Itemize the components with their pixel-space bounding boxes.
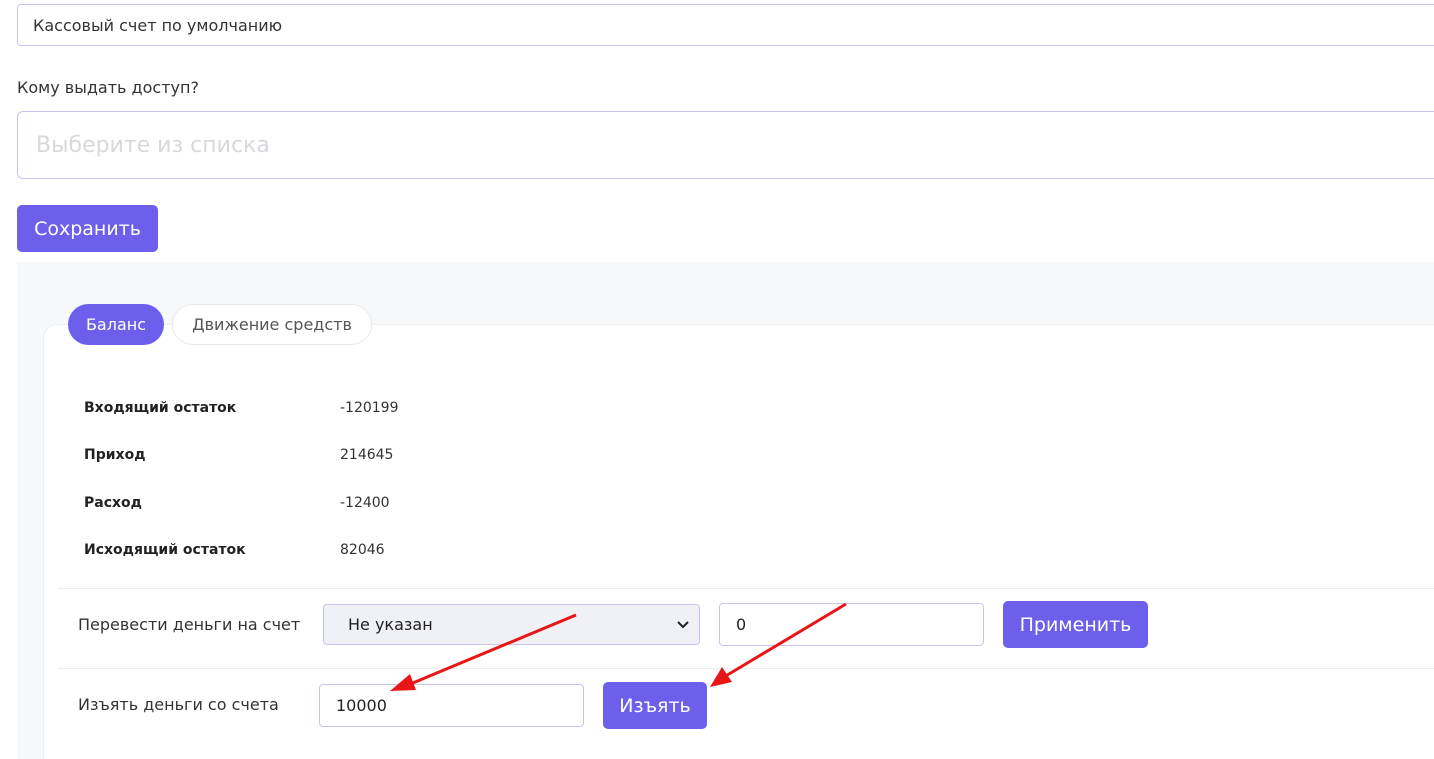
balance-label-income: Приход [84, 447, 146, 463]
balance-label-closing: Исходящий остаток [84, 542, 246, 558]
save-button[interactable]: Сохранить [17, 205, 158, 252]
cash-account-select[interactable]: Кассовый счет по умолчанию [17, 4, 1434, 46]
balance-value-expense: -12400 [340, 495, 390, 511]
access-user-picker[interactable]: Выберите из списка [17, 111, 1434, 179]
transfer-amount-value: 0 [736, 615, 747, 634]
transfer-label: Перевести деньги на счет [78, 615, 301, 634]
divider [58, 668, 1434, 669]
access-user-picker-placeholder: Выберите из списка [36, 132, 270, 158]
page: Кассовый счет по умолчанию Кому выдать д… [0, 0, 1434, 759]
transfer-amount-input[interactable]: 0 [719, 603, 984, 646]
transfer-account-select[interactable]: Не указан [323, 604, 700, 645]
tab-cash-flow[interactable]: Движение средств [172, 304, 372, 345]
transfer-account-select-value: Не указан [348, 615, 433, 634]
divider [58, 588, 1434, 589]
withdraw-amount-value: 10000 [336, 696, 387, 715]
cash-account-select-value: Кассовый счет по умолчанию [33, 15, 283, 35]
apply-button[interactable]: Применить [1003, 601, 1148, 648]
tab-balance[interactable]: Баланс [68, 304, 164, 345]
balance-value-closing: 82046 [340, 542, 385, 558]
balance-value-income: 214645 [340, 447, 394, 463]
balance-panel-card [43, 324, 1434, 759]
withdraw-label: Изъять деньги со счета [78, 695, 279, 714]
withdraw-button[interactable]: Изъять [603, 682, 707, 729]
balance-label-expense: Расход [84, 495, 142, 511]
chevron-down-icon [677, 617, 689, 633]
balance-label-opening: Входящий остаток [84, 400, 237, 416]
access-label: Кому выдать доступ? [17, 78, 199, 97]
balance-value-opening: -120199 [340, 400, 399, 416]
withdraw-amount-input[interactable]: 10000 [319, 684, 584, 727]
